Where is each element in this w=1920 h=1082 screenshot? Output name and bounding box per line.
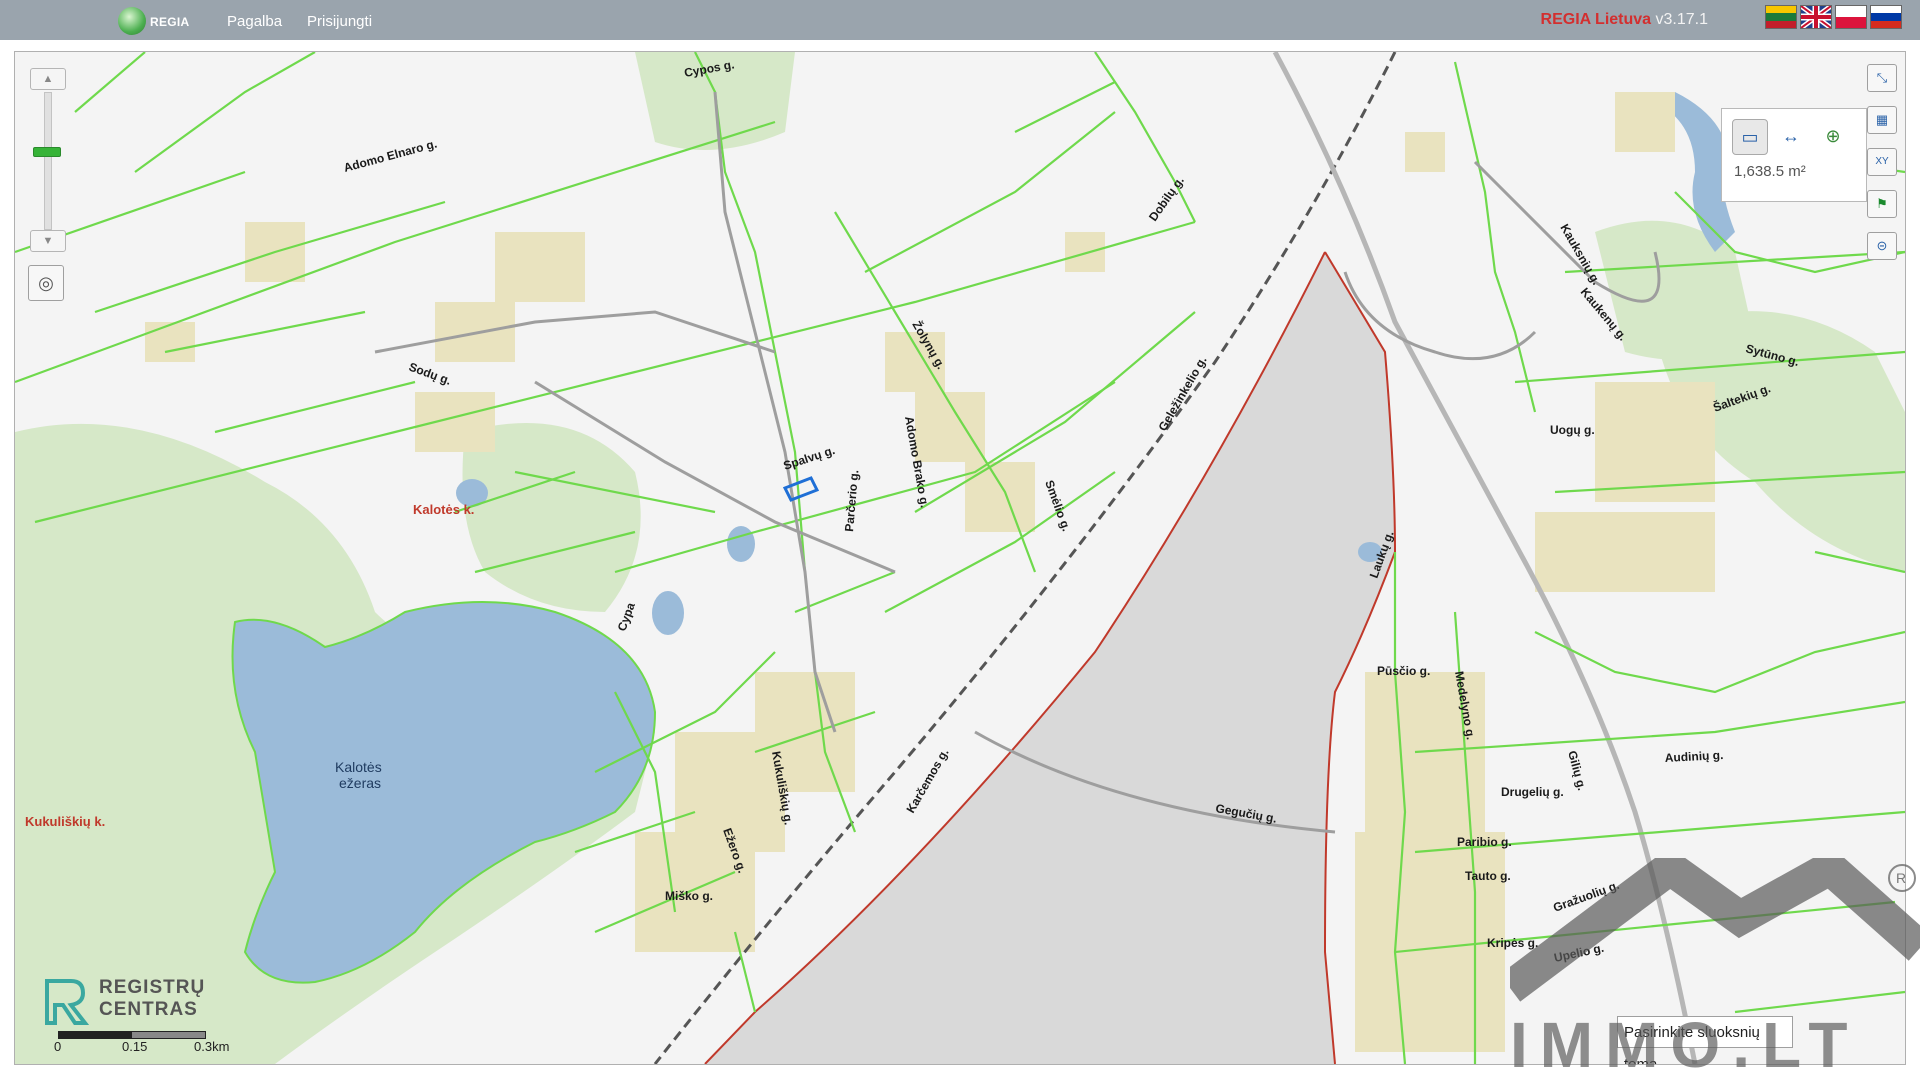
scale-label-mid: 0.15 bbox=[122, 1039, 148, 1054]
brand-name: REGIA Lietuva bbox=[1540, 11, 1652, 28]
provider-name: REGISTRŲ CENTRAS bbox=[99, 977, 205, 1021]
lithuania-flag-icon[interactable] bbox=[1765, 5, 1797, 29]
street-label: Kripės g. bbox=[1487, 936, 1538, 950]
logo-text[interactable]: REGIA bbox=[150, 15, 190, 29]
fullscreen-icon[interactable]: ⤡ bbox=[1867, 64, 1897, 92]
nav-login-link[interactable]: Prisijungti bbox=[307, 13, 372, 30]
locate-me-button[interactable]: ◎ bbox=[28, 265, 64, 301]
pond bbox=[727, 526, 755, 562]
zoom-out-button[interactable]: ▼ bbox=[30, 230, 66, 252]
lake-label-line1: Kalotės bbox=[335, 759, 382, 775]
regia-logo-icon[interactable] bbox=[118, 7, 146, 35]
street-label: Tauto g. bbox=[1465, 869, 1511, 883]
lake-label-line2: ežeras bbox=[339, 775, 381, 791]
link-icon[interactable]: ⊝ bbox=[1867, 232, 1897, 260]
map-viewport[interactable]: Kalotės k. Kukuliškių k. Kalotės ežeras … bbox=[14, 51, 1906, 1065]
measurement-value: 1,638.5 m² bbox=[1734, 163, 1806, 180]
point-measure-tool-icon[interactable]: ⊕ bbox=[1816, 119, 1850, 153]
street-label: Uogų g. bbox=[1550, 423, 1595, 437]
map-canvas[interactable]: Kalotės k. Kukuliškių k. Kalotės ežeras … bbox=[15, 52, 1905, 1064]
zoom-slider-handle[interactable] bbox=[33, 147, 61, 157]
layer-theme-select[interactable]: Pasirinkite sluoksnių temą bbox=[1617, 1016, 1793, 1064]
place-label-kukuliskiu: Kukuliškių k. bbox=[25, 814, 105, 829]
scale-bar-graphic bbox=[58, 1031, 206, 1039]
zoom-control: ▲ ▼ bbox=[30, 68, 66, 252]
street-label: Drugelių g. bbox=[1501, 785, 1564, 799]
version: v3.17.1 bbox=[1655, 11, 1708, 28]
street-label: Paribio g. bbox=[1457, 835, 1512, 849]
registru-centras-icon bbox=[45, 979, 90, 1025]
zoom-in-button[interactable]: ▲ bbox=[30, 68, 66, 90]
scale-bar: 0 0.15 0.3km bbox=[40, 1031, 229, 1064]
poland-flag-icon[interactable] bbox=[1835, 5, 1867, 29]
scale-label-0: 0 bbox=[54, 1039, 62, 1054]
uk-flag-icon[interactable] bbox=[1800, 5, 1832, 29]
measure-area-icon[interactable]: ▦ bbox=[1867, 106, 1897, 134]
nav-help-link[interactable]: Pagalba bbox=[227, 13, 282, 30]
russia-flag-icon[interactable] bbox=[1870, 5, 1902, 29]
provider-name-line2: CENTRAS bbox=[99, 999, 198, 1020]
distance-measure-tool-icon[interactable]: ↔ bbox=[1774, 119, 1808, 153]
coordinates-icon[interactable]: XY bbox=[1867, 148, 1897, 176]
measurement-panel: ▭ ↔ ⊕ 1,638.5 m² bbox=[1721, 108, 1867, 202]
provider-name-line1: REGISTRŲ bbox=[99, 977, 206, 998]
street-label: Pūsčio g. bbox=[1377, 664, 1430, 678]
pond bbox=[652, 591, 684, 635]
flag-icon[interactable]: ⚑ bbox=[1867, 190, 1897, 218]
scale-label-end: 0.3km bbox=[194, 1039, 230, 1054]
top-bar: REGIA Pagalba Prisijungti REGIA Lietuva … bbox=[0, 0, 1920, 40]
place-label-kalotes: Kalotės k. bbox=[413, 502, 474, 517]
registru-centras-logo: REGISTRŲ CENTRAS bbox=[41, 977, 221, 1037]
zoom-slider-track[interactable] bbox=[44, 92, 52, 230]
area-measure-tool-icon[interactable]: ▭ bbox=[1732, 119, 1768, 155]
street-label: Miško g. bbox=[665, 889, 713, 903]
brand: REGIA Lietuva v3.17.1 bbox=[1541, 11, 1708, 29]
